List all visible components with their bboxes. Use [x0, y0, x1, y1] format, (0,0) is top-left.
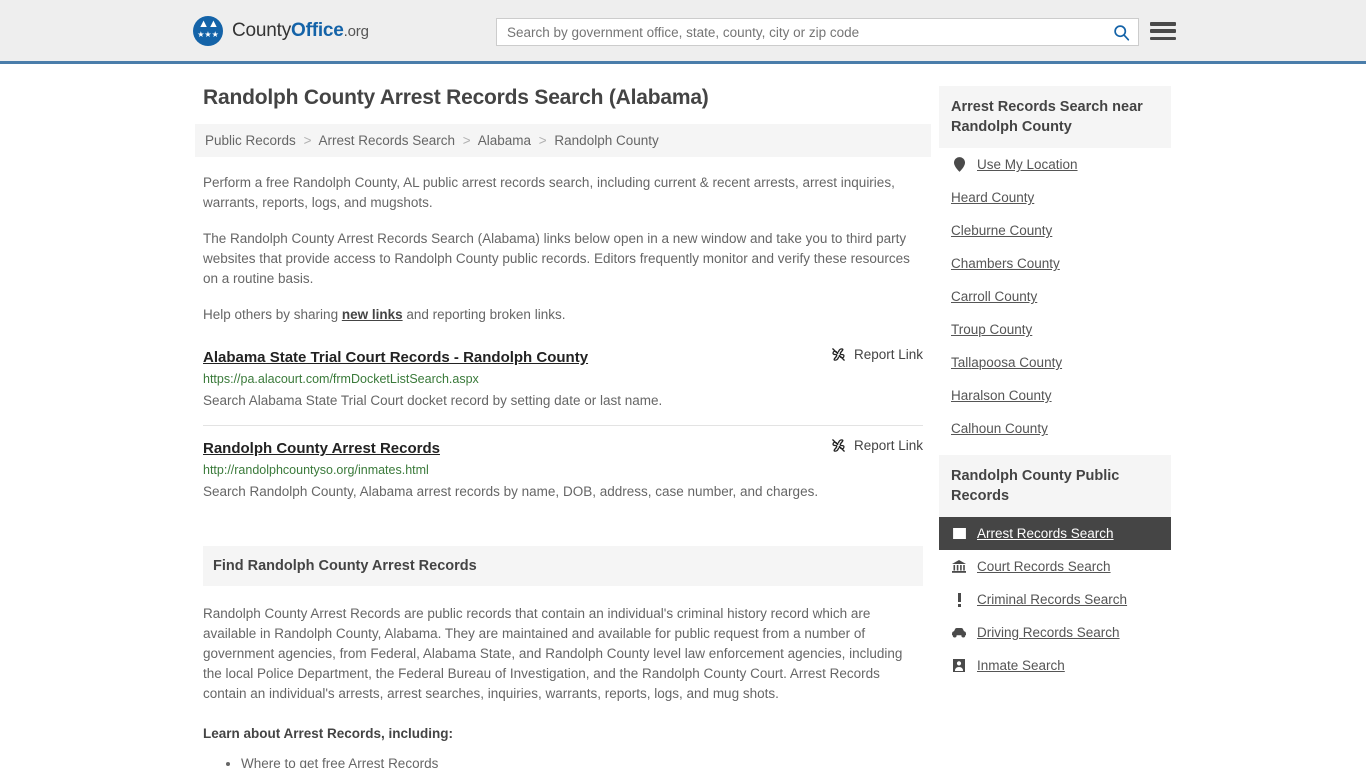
nearby-list: Use My Location Heard County Cleburne Co…	[939, 148, 1171, 445]
result-title-link[interactable]: Randolph County Arrest Records	[203, 440, 440, 457]
search-box[interactable]	[496, 18, 1139, 46]
result-url[interactable]: http://randolphcountyso.org/inmates.html	[203, 463, 923, 477]
sidebar-item-carroll-county[interactable]: Carroll County	[939, 280, 1171, 313]
breadcrumb-separator: >	[538, 133, 547, 148]
intro-paragraph-1: Perform a free Randolph County, AL publi…	[203, 175, 895, 210]
sidebar-item-label: Inmate Search	[977, 658, 1065, 673]
sidebar-item-arrest-records-search[interactable]: Arrest Records Search	[939, 517, 1171, 550]
nearby-panel: Arrest Records Search near Randolph Coun…	[939, 86, 1171, 445]
sidebar-item-label: Arrest Records Search	[977, 526, 1114, 541]
sidebar-item-label: Carroll County	[951, 289, 1038, 304]
report-link-label: Report Link	[853, 347, 923, 362]
id-card-icon	[951, 528, 967, 539]
intro-paragraph-2: The Randolph County Arrest Records Searc…	[203, 231, 910, 286]
sidebar-item-tallapoosa-county[interactable]: Tallapoosa County	[939, 346, 1171, 379]
result-description: Search Alabama State Trial Court docket …	[203, 393, 663, 408]
share-text-before: Help others by sharing	[203, 307, 342, 322]
result-header: Alabama State Trial Court Records - Rand…	[203, 347, 923, 366]
sidebar-item-label: Tallapoosa County	[951, 355, 1063, 370]
search-icon	[1113, 24, 1129, 41]
breadcrumb: Public Records > Arrest Records Search >…	[195, 124, 931, 157]
search-button[interactable]	[1104, 19, 1138, 45]
sidebar-item-chambers-county[interactable]: Chambers County	[939, 247, 1171, 280]
sidebar-item-use-my-location[interactable]: Use My Location	[939, 148, 1171, 181]
breadcrumb-separator: >	[462, 133, 471, 148]
sidebar-item-troup-county[interactable]: Troup County	[939, 313, 1171, 346]
inmate-icon	[951, 659, 967, 672]
breadcrumb-item-public-records[interactable]: Public Records	[205, 133, 296, 148]
public-records-panel-heading: Randolph County Public Records	[939, 455, 1171, 517]
share-text-after: and reporting broken links.	[402, 307, 566, 322]
breadcrumb-separator: >	[303, 133, 312, 148]
sidebar-item-driving-records-search[interactable]: Driving Records Search	[939, 616, 1171, 649]
sidebar-item-label: Haralson County	[951, 388, 1052, 403]
sidebar-item-label: Troup County	[951, 322, 1033, 337]
sidebar-item-label: Driving Records Search	[977, 625, 1120, 640]
results-list: Alabama State Trial Court Records - Rand…	[195, 347, 931, 516]
sidebar-item-label: Criminal Records Search	[977, 592, 1128, 607]
result-header: Randolph County Arrest Records Report Li…	[203, 438, 923, 457]
sidebar-item-heard-county[interactable]: Heard County	[939, 181, 1171, 214]
result-title-link[interactable]: Alabama State Trial Court Records - Rand…	[203, 349, 588, 366]
intro-section: Perform a free Randolph County, AL publi…	[195, 173, 931, 325]
sidebar-item-label: Court Records Search	[977, 559, 1111, 574]
sidebar-item-calhoun-county[interactable]: Calhoun County	[939, 412, 1171, 445]
section-body: Randolph County Arrest Records are publi…	[203, 604, 923, 768]
hamburger-bar	[1150, 22, 1176, 26]
public-records-list: Arrest Records Search Court Records Sear…	[939, 517, 1171, 682]
sidebar-item-court-records-search[interactable]: Court Records Search	[939, 550, 1171, 583]
car-icon	[951, 627, 967, 638]
sidebar-item-criminal-records-search[interactable]: Criminal Records Search	[939, 583, 1171, 616]
search-input[interactable]	[497, 19, 1104, 45]
sidebar-item-haralson-county[interactable]: Haralson County	[939, 379, 1171, 412]
site-logo-text: CountyOffice.org	[232, 20, 369, 42]
new-links-link[interactable]: new links	[342, 307, 403, 322]
sidebar-item-label: Heard County	[951, 190, 1035, 205]
report-link-label: Report Link	[853, 438, 923, 453]
site-header: ▲▲ ★★★ CountyOffice.org	[0, 0, 1366, 64]
result-description: Search Randolph County, Alabama arrest r…	[203, 484, 819, 499]
site-logo[interactable]: ▲▲ ★★★ CountyOffice.org	[193, 15, 369, 46]
main-column: Randolph County Arrest Records Search (A…	[195, 86, 931, 768]
sidebar-item-inmate-search[interactable]: Inmate Search	[939, 649, 1171, 682]
hamburger-bar	[1150, 29, 1176, 33]
section-paragraph: Randolph County Arrest Records are publi…	[203, 606, 903, 701]
result-item: Randolph County Arrest Records Report Li…	[203, 438, 923, 516]
sidebar-item-label: Chambers County	[951, 256, 1060, 271]
exclamation-icon	[951, 592, 967, 607]
sidebar-item-label: Cleburne County	[951, 223, 1053, 238]
breadcrumb-item-arrest-records-search[interactable]: Arrest Records Search	[318, 133, 455, 148]
logo-text-part1: County	[232, 19, 292, 41]
map-pin-icon	[951, 157, 967, 172]
section-bullet-list: Where to get free Arrest Records	[203, 754, 923, 768]
sidebar-item-label: Use My Location	[977, 157, 1078, 172]
eagle-seal-icon: ▲▲ ★★★	[193, 15, 223, 46]
find-records-section: Find Randolph County Arrest Records Rand…	[195, 546, 931, 768]
list-item: Where to get free Arrest Records	[241, 754, 923, 768]
courthouse-icon	[951, 560, 967, 573]
public-records-panel: Randolph County Public Records Arrest Re…	[939, 455, 1171, 682]
content-container: Randolph County Arrest Records Search (A…	[195, 86, 1171, 768]
logo-text-part3: .org	[343, 22, 369, 40]
result-item: Alabama State Trial Court Records - Rand…	[203, 347, 923, 426]
section-heading: Find Randolph County Arrest Records	[203, 546, 923, 586]
report-link-button[interactable]: Report Link	[811, 347, 923, 362]
breadcrumb-item-randolph-county[interactable]: Randolph County	[554, 133, 658, 148]
result-url[interactable]: https://pa.alacourt.com/frmDocketListSea…	[203, 372, 923, 386]
intro-paragraph-3: Help others by sharing new links and rep…	[203, 305, 923, 325]
hamburger-bar	[1150, 36, 1176, 40]
broken-link-icon	[832, 348, 845, 361]
report-link-button[interactable]: Report Link	[811, 438, 923, 453]
sidebar: Arrest Records Search near Randolph Coun…	[939, 86, 1171, 692]
broken-link-icon	[832, 439, 845, 452]
hamburger-menu-icon[interactable]	[1150, 20, 1176, 42]
page-body: Randolph County Arrest Records Search (A…	[0, 64, 1366, 768]
nearby-panel-heading: Arrest Records Search near Randolph Coun…	[939, 86, 1171, 148]
sidebar-item-cleburne-county[interactable]: Cleburne County	[939, 214, 1171, 247]
breadcrumb-item-alabama[interactable]: Alabama	[478, 133, 531, 148]
page-title: Randolph County Arrest Records Search (A…	[203, 86, 709, 109]
logo-text-part2: Office	[291, 19, 344, 41]
section-lead-in: Learn about Arrest Records, including:	[203, 726, 454, 741]
sidebar-item-label: Calhoun County	[951, 421, 1048, 436]
